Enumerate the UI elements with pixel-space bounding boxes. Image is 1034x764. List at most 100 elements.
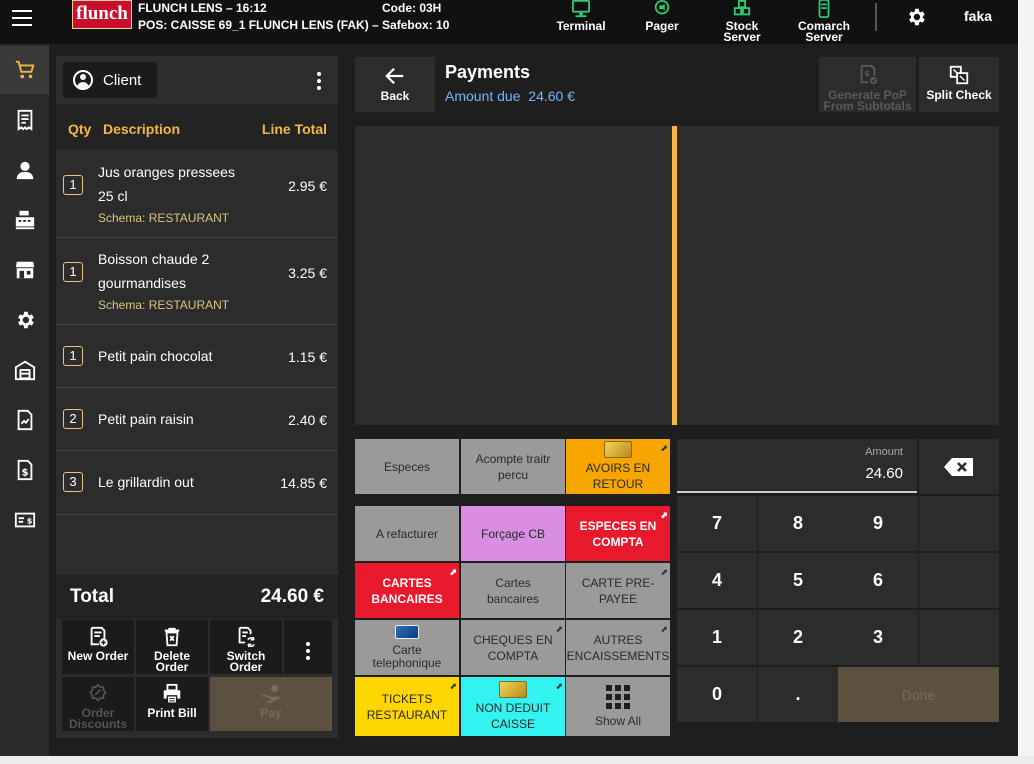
key-5[interactable]: 5	[758, 553, 838, 608]
sidebar-item-store[interactable]	[0, 246, 49, 294]
person-icon	[16, 161, 33, 180]
payment-card-icon: $	[14, 512, 35, 528]
amount-field[interactable]: Amount 24.60	[677, 439, 917, 493]
tender-show-all[interactable]: Show All	[566, 677, 670, 736]
sidebar-item-money[interactable]: $	[0, 446, 49, 494]
order-row[interactable]: 3 Le grillardin out 14.85 €	[56, 451, 338, 515]
tender-cheques-en-compta[interactable]: ⬈ CHEQUES EN COMPTA	[461, 620, 565, 675]
order-row[interactable]: 2 Petit pain raisin 2.40 €	[56, 388, 338, 451]
sidebar-item-cash-register[interactable]	[0, 196, 49, 244]
menu-icon[interactable]	[12, 10, 32, 26]
backspace-icon	[944, 457, 973, 476]
settings-gear-icon[interactable]	[905, 6, 927, 28]
tender-a-refacturer[interactable]: A refacturer	[355, 506, 459, 561]
order-row[interactable]: 1 Petit pain chocolat 1.15 €	[56, 325, 338, 388]
receipt-icon	[17, 109, 32, 131]
order-schema: Schema: RESTAURANT	[98, 298, 230, 312]
external-link-icon: ⬈	[660, 443, 668, 453]
backspace-button[interactable]	[919, 439, 999, 494]
generate-pop-label-2: From Subtotals	[823, 99, 912, 113]
key-blank	[919, 496, 999, 551]
comarch-server-button[interactable]: Comarch Server	[794, 0, 854, 44]
order-qty: 3	[63, 472, 83, 492]
page-margin	[0, 756, 1034, 764]
amount-due: Amount due 24.60 €	[445, 88, 575, 104]
store-time: FLUNCH LENS – 16:12	[138, 1, 267, 15]
phone-card-icon	[395, 625, 419, 639]
tender-cartes-bancaires[interactable]: ⬈ CARTES BANCAIRES	[355, 563, 459, 618]
key-7[interactable]: 7	[677, 496, 757, 551]
delete-order-button[interactable]: Delete Order	[136, 620, 208, 674]
pay-hand-icon	[261, 684, 280, 704]
generate-pop-button[interactable]: $ Generate PoP From Subtotals	[819, 57, 916, 112]
key-3[interactable]: 3	[838, 610, 918, 665]
terminal-button[interactable]: Terminal	[552, 0, 610, 44]
tender-non-deduit-caisse[interactable]: ⬈ NON DEDUIT CAISSE	[461, 677, 565, 736]
total-value: 24.60 €	[260, 586, 324, 607]
key-1[interactable]: 1	[677, 610, 757, 665]
back-button[interactable]: Back	[355, 57, 435, 112]
new-order-label: New Order	[67, 649, 129, 663]
tender-acompte[interactable]: Acompte traitr percu	[461, 439, 565, 494]
split-check-icon	[949, 65, 969, 85]
tender-avoirs-en-retour[interactable]: ⬈ AVOIRS EN RETOUR	[566, 439, 670, 494]
order-price: 3.25 €	[288, 265, 327, 281]
stock-server-button[interactable]: Stock Server	[718, 0, 766, 44]
sidebar-item-receipts[interactable]	[0, 96, 49, 144]
pager-button[interactable]: Pager	[640, 0, 684, 44]
tender-carte-pre-payee[interactable]: ⬈ CARTE PRE- PAYEE	[566, 563, 670, 618]
amount-value: 24.60	[865, 465, 903, 482]
cart-icon	[15, 60, 34, 79]
switch-order-label-2: Order	[229, 660, 263, 674]
split-check-button[interactable]: Split Check	[919, 57, 999, 112]
key-decimal[interactable]: .	[758, 667, 838, 722]
col-line-total: Line Total	[261, 121, 327, 137]
tender-especes-en-compta[interactable]: ⬈ ESPECES EN COMPTA	[566, 506, 670, 561]
order-row[interactable]: 1 Jus oranges pressees 25 cl Schema: REST…	[56, 150, 338, 238]
external-link-icon: ⬈	[660, 510, 668, 520]
pay-button[interactable]: Pay	[210, 677, 332, 731]
sidebar-item-warehouse[interactable]	[0, 346, 49, 394]
more-actions-button[interactable]	[284, 620, 332, 674]
tender-cartes-bancaires-2[interactable]: Cartes bancaires	[461, 563, 565, 618]
amount-due-value: 24.60 €	[528, 88, 575, 104]
key-6[interactable]: 6	[838, 553, 918, 608]
tender-especes[interactable]: Especes	[355, 439, 459, 494]
split-panel-right[interactable]	[677, 126, 999, 425]
tender-carte-telephonique[interactable]: Carte telephonique	[355, 620, 459, 675]
switch-order-button[interactable]: Switch Order	[210, 620, 282, 674]
key-9[interactable]: 9	[838, 496, 918, 551]
sidebar-item-settings[interactable]	[0, 296, 49, 344]
print-bill-button[interactable]: Print Bill	[136, 677, 208, 731]
order-more-icon[interactable]	[317, 72, 321, 93]
order-row[interactable]: 1 Boisson chaude 2 gourmandises Schema: R…	[56, 238, 338, 325]
key-8[interactable]: 8	[758, 496, 838, 551]
order-table-header: Qty Description Line Total	[56, 104, 338, 150]
sidebar-item-cart[interactable]	[0, 46, 49, 94]
key-4[interactable]: 4	[677, 553, 757, 608]
order-qty: 1	[63, 346, 83, 366]
sidebar-item-payments[interactable]: $	[0, 496, 49, 544]
total-label: Total	[70, 586, 114, 607]
external-link-icon: ⬈	[660, 624, 668, 634]
sidebar-item-reports[interactable]	[0, 396, 49, 444]
order-discounts-button[interactable]: Order Discounts	[62, 677, 134, 731]
username[interactable]: faka	[964, 8, 992, 24]
gift-card-icon	[499, 681, 527, 698]
tender-autres-encaissements[interactable]: ⬈ AUTRES ENCAISSEMENTS	[566, 620, 670, 675]
svg-text:$: $	[26, 516, 32, 526]
key-2[interactable]: 2	[758, 610, 838, 665]
tender-forcage-cb[interactable]: Forçage CB	[461, 506, 565, 561]
done-button[interactable]: Done	[838, 667, 999, 722]
pager-label: Pager	[645, 19, 679, 33]
sidebar: $ $	[0, 44, 49, 756]
tender-tickets-restaurant[interactable]: ⬈ TICKETS RESTAURANT	[355, 677, 459, 736]
sidebar-item-customers[interactable]	[0, 146, 49, 194]
new-order-button[interactable]: New Order	[62, 620, 134, 674]
client-button[interactable]: Client	[63, 62, 157, 98]
discount-icon	[89, 683, 107, 702]
key-0[interactable]: 0	[677, 667, 757, 722]
external-link-icon: ⬈	[555, 624, 563, 634]
split-panel-left[interactable]	[355, 126, 672, 425]
page-title: Payments	[445, 62, 531, 82]
